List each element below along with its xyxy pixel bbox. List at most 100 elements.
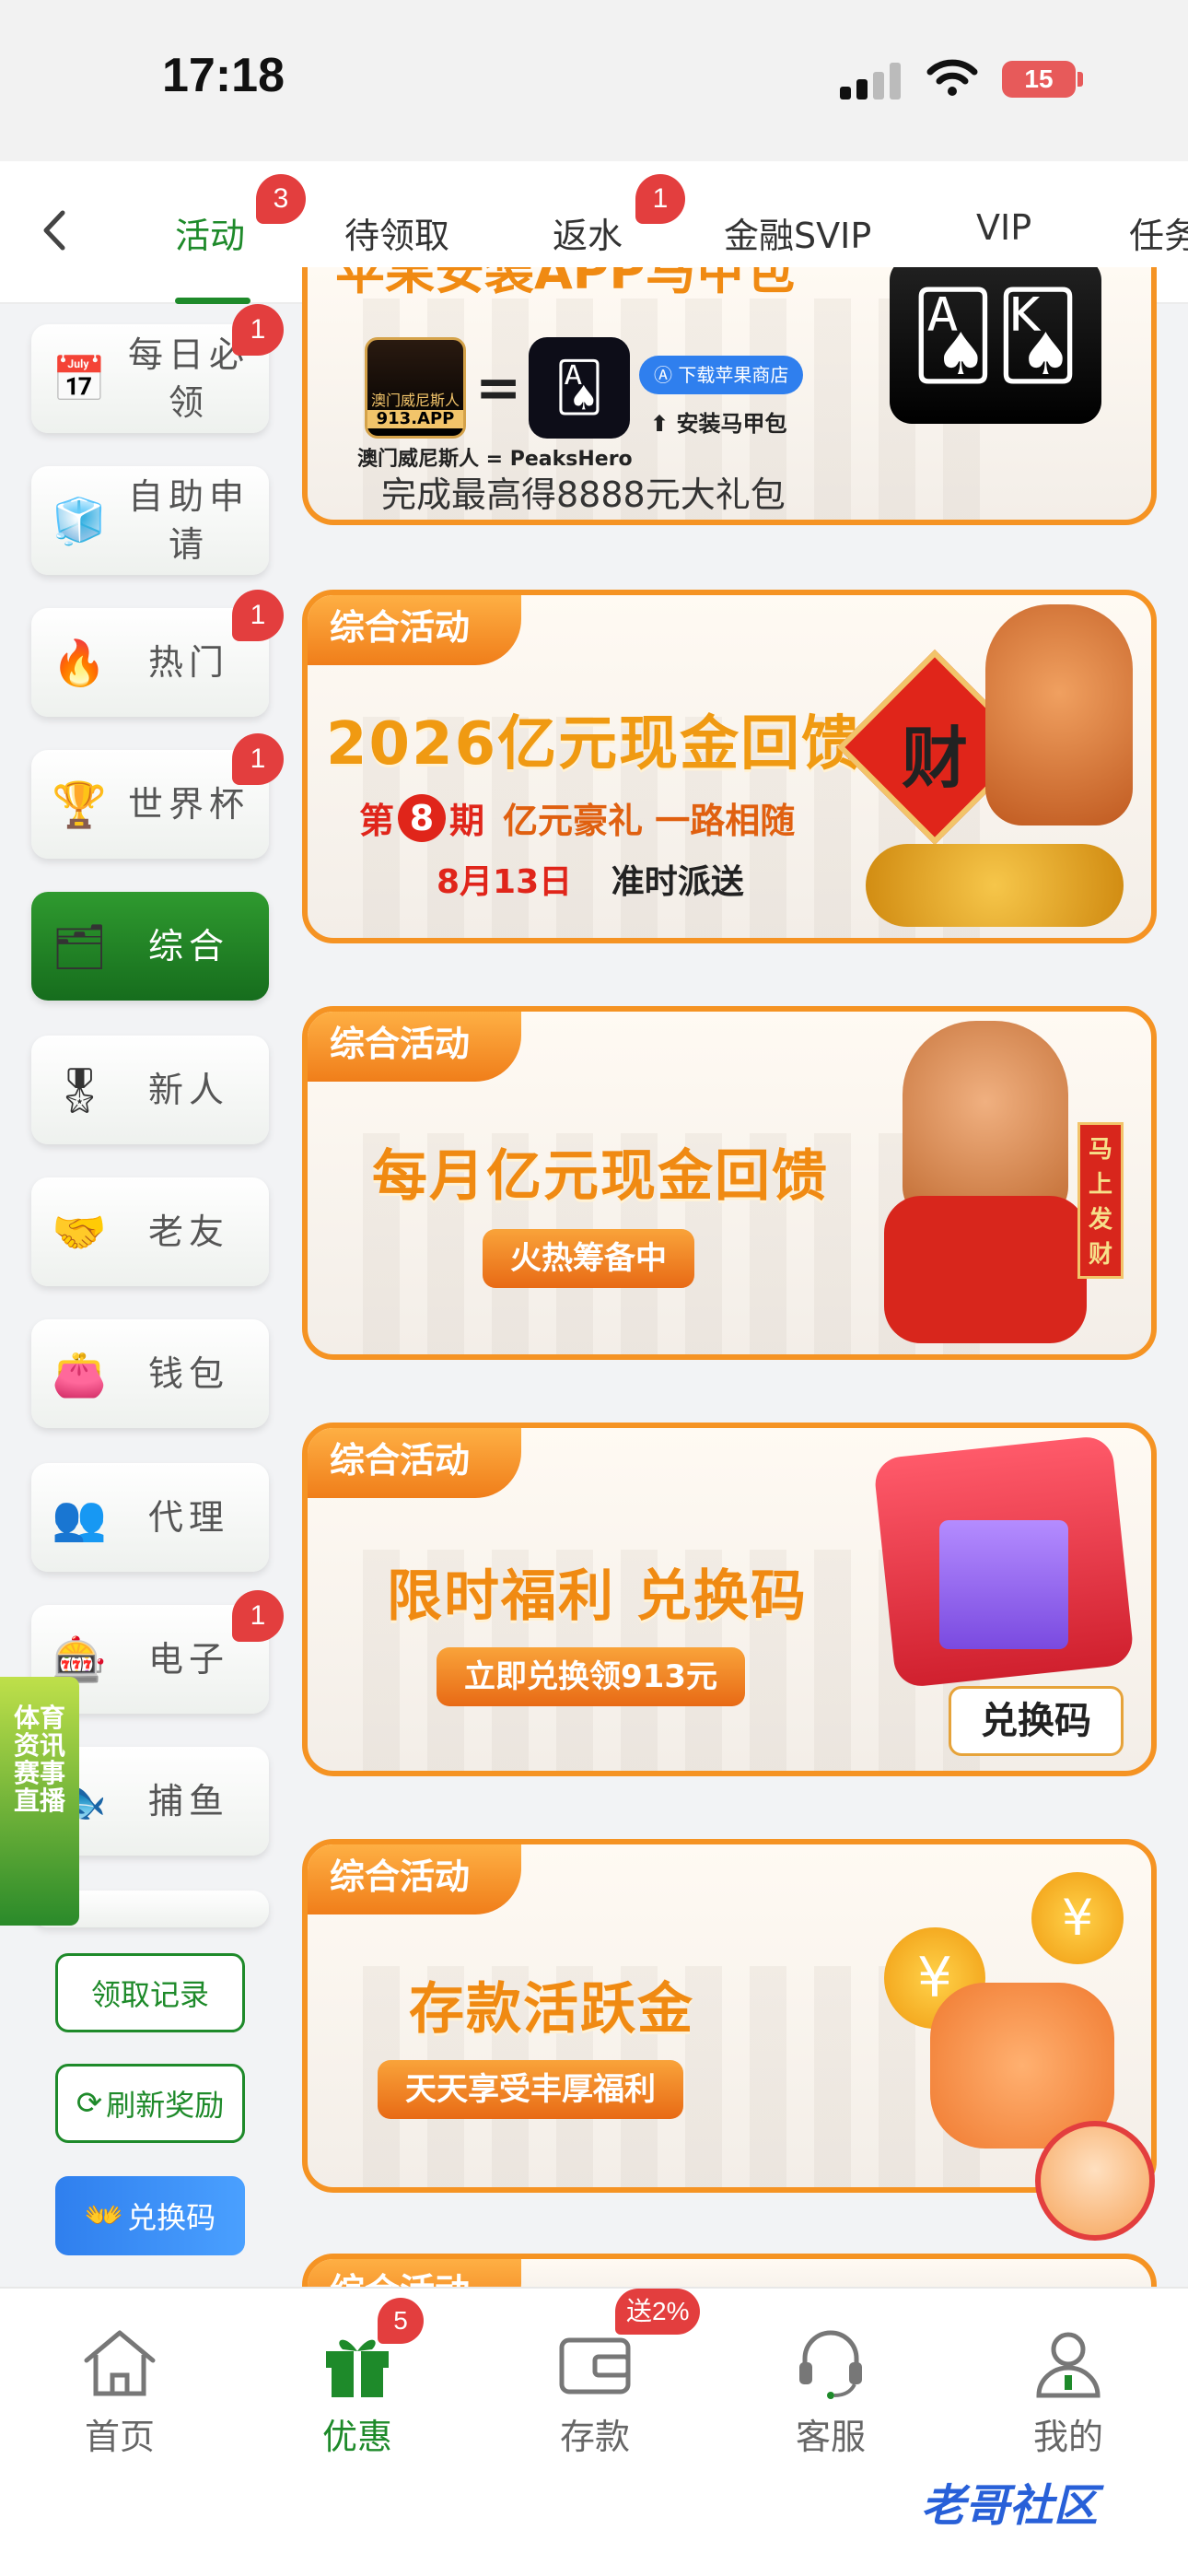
handshake-icon: 🤝 <box>52 1207 107 1259</box>
horse-mascot-art: 财 <box>836 595 1142 938</box>
refresh-icon: ⟳ <box>76 2085 103 2122</box>
watermark-logo: 老哥社区 <box>921 2480 1099 2532</box>
banner-redeem-code[interactable]: 综合活动 限时福利 兑换码 立即兑换领913元 兑换码 <box>302 1423 1157 1776</box>
sidebar-item-general[interactable]: 🗂 综合 <box>31 892 269 1001</box>
status-bar: 17:18 15 <box>0 0 1188 161</box>
user-icon <box>1036 2332 1101 2398</box>
nav-profile[interactable]: 我的 <box>995 2325 1142 2457</box>
sidebar-item-label: 捕鱼 <box>147 1781 229 1821</box>
sidebar-item-label: 综合 <box>147 926 229 966</box>
sidebar-item-newbie[interactable]: 🎖 新人 <box>31 1036 269 1144</box>
sports-news-float-ad[interactable]: 体育资讯赛事直播 <box>0 1677 79 1926</box>
sidebar-item-wallet[interactable]: 👛 钱包 <box>31 1319 269 1428</box>
brand-logo: 澳门威尼斯人 913.APP <box>365 337 466 439</box>
redeem-code-art-label: 兑换码 <box>949 1686 1124 1756</box>
banner-monthly-cash-back[interactable]: 综合活动 每月亿元现金回馈 火热筹备中 马上发财 <box>302 1006 1157 1360</box>
redeem-code-button[interactable]: 👐 兑换码 <box>55 2176 245 2255</box>
banner-date-line: 8月13日 准时派送 <box>437 855 744 903</box>
tab-activities[interactable]: 活动 <box>175 207 245 258</box>
sidebar-hot-badge: 1 <box>232 590 284 641</box>
banner-tag: 综合活动 <box>308 595 522 665</box>
sidebar-item-label: 新人 <box>147 1070 229 1110</box>
banner-title: 每月亿元现金回馈 <box>372 1144 829 1209</box>
banner-tag: 综合活动 <box>308 1012 522 1082</box>
nav-promotions-label: 优惠 <box>321 2417 392 2457</box>
redeem-code-label: 兑换码 <box>127 2200 216 2235</box>
brand-url: 913.APP <box>367 410 463 428</box>
refresh-rewards-button[interactable]: ⟳ 刷新奖励 <box>55 2064 245 2143</box>
issue-text: 亿元豪礼 一路相随 <box>503 801 796 841</box>
fire-icon: 🔥 <box>52 638 107 689</box>
stack-icon: 🗂 <box>52 921 108 973</box>
calendar-icon: 📅 <box>52 354 107 405</box>
issue-prefix: 第 <box>359 801 395 841</box>
claim-records-button[interactable]: 领取记录 <box>55 1953 245 2032</box>
banner-pill: 天天享受丰厚福利 <box>378 2060 683 2119</box>
sidebar-item-label: 代理 <box>147 1497 229 1538</box>
tab-pending[interactable]: 待领取 <box>344 207 449 258</box>
app-store-icon: Ⓐ <box>654 364 679 386</box>
nav-support[interactable]: 客服 <box>757 2325 904 2457</box>
phone-cards-art: 🂡🂮 <box>890 267 1101 424</box>
refresh-rewards-label: 刷新奖励 <box>106 2088 225 2123</box>
nav-deposit-label: 存款 <box>559 2417 630 2457</box>
wifi-icon <box>926 59 978 96</box>
fortune-character: 财 <box>901 720 968 797</box>
gift-box-art: 兑换码 <box>847 1428 1142 1771</box>
banner-deposit-active-bonus[interactable]: 综合活动 存款活跃金 天天享受丰厚福利 ¥ ¥ <box>302 1839 1157 2193</box>
hands-icon: 👐 <box>84 2197 124 2234</box>
nav-deposit[interactable]: 存款 <box>521 2325 669 2457</box>
sidebar-item-label: 老友 <box>147 1212 229 1252</box>
sidebar-world-cup-badge: 1 <box>232 733 284 785</box>
banner-pill: 火热筹备中 <box>483 1229 694 1288</box>
store-download-button[interactable]: Ⓐ 下载苹果商店 <box>639 356 804 394</box>
sidebar-item-agent[interactable]: 👥 代理 <box>31 1463 269 1572</box>
tab-tasks[interactable]: 任务 <box>1129 207 1188 258</box>
peakshero-logo: 🂡 <box>529 337 630 439</box>
banner-tag: 综合活动 <box>308 1428 522 1498</box>
banner-2026-cash-back[interactable]: 综合活动 2026亿元现金回馈 第 8 期 亿元豪礼 一路相随 8月13日 准时… <box>302 590 1157 943</box>
home-icon <box>84 2330 156 2396</box>
store-download-label: 下载苹果商店 <box>678 364 789 386</box>
nav-profile-label: 我的 <box>1032 2417 1103 2457</box>
tab-activities-badge: 3 <box>256 174 306 224</box>
brand-name: 澳门威尼斯人 <box>370 392 460 409</box>
banner-title: 限时福利 兑换码 <box>387 1564 808 1629</box>
tab-rebate-badge: 1 <box>635 174 685 224</box>
sidebar-item-label: 钱包 <box>147 1353 229 1394</box>
equals-sign: = <box>475 356 522 420</box>
tab-finance-svip[interactable]: 金融SVIP <box>724 207 871 258</box>
support-avatar-float[interactable] <box>1035 2121 1155 2241</box>
headset-icon <box>799 2330 862 2399</box>
banner-issue-line: 第 8 期 亿元豪礼 一路相随 <box>359 792 795 843</box>
install-text: 安装马甲包 <box>676 411 787 437</box>
scroll-text: 马上发财 <box>1077 1122 1124 1279</box>
banner-bottom-text: 完成最高得8888元大礼包 <box>381 474 786 515</box>
banner-pill: 立即兑换领913元 <box>437 1647 745 1706</box>
status-time: 17:18 <box>162 49 285 102</box>
cubes-icon: 🧊 <box>52 496 107 547</box>
tab-active-underline <box>175 298 250 304</box>
nav-promotions-badge: 5 <box>378 2298 424 2344</box>
nav-home-label: 首页 <box>84 2417 155 2457</box>
back-arrow-icon[interactable] <box>37 207 74 253</box>
sidebar-item-old-friend[interactable]: 🤝 老友 <box>31 1177 269 1286</box>
medal-icon: 🎖 <box>52 1065 108 1117</box>
sidebar-item-self-apply[interactable]: 🧊 自助申请 <box>31 466 269 575</box>
nav-support-label: 客服 <box>795 2417 866 2457</box>
cellular-signal-icon <box>840 63 904 100</box>
tab-vip[interactable]: VIP <box>976 207 1031 248</box>
tab-rebate[interactable]: 返水 <box>553 207 623 258</box>
nav-home[interactable]: 首页 <box>46 2325 193 2457</box>
nav-promotions[interactable]: 优惠 <box>284 2325 431 2457</box>
dispatch-text: 准时派送 <box>611 863 744 901</box>
banner-app-install[interactable]: 苹果安装APP马甲包 澳门威尼斯人 913.APP = 🂡 Ⓐ 下载苹果商店 ⬆… <box>302 267 1157 525</box>
banner-title: 存款活跃金 <box>409 1977 694 2042</box>
issue-suffix: 期 <box>449 801 485 841</box>
up-arrow-icon: ⬆ <box>650 411 677 437</box>
nav-deposit-badge: 送2% <box>615 2289 701 2335</box>
sidebar-electronic-badge: 1 <box>232 1590 284 1642</box>
sidebar-daily-badge: 1 <box>232 304 284 356</box>
banner-title: 2026亿元现金回馈 <box>326 710 863 779</box>
horse-god-of-wealth-art: 马上发财 <box>847 1012 1142 1354</box>
